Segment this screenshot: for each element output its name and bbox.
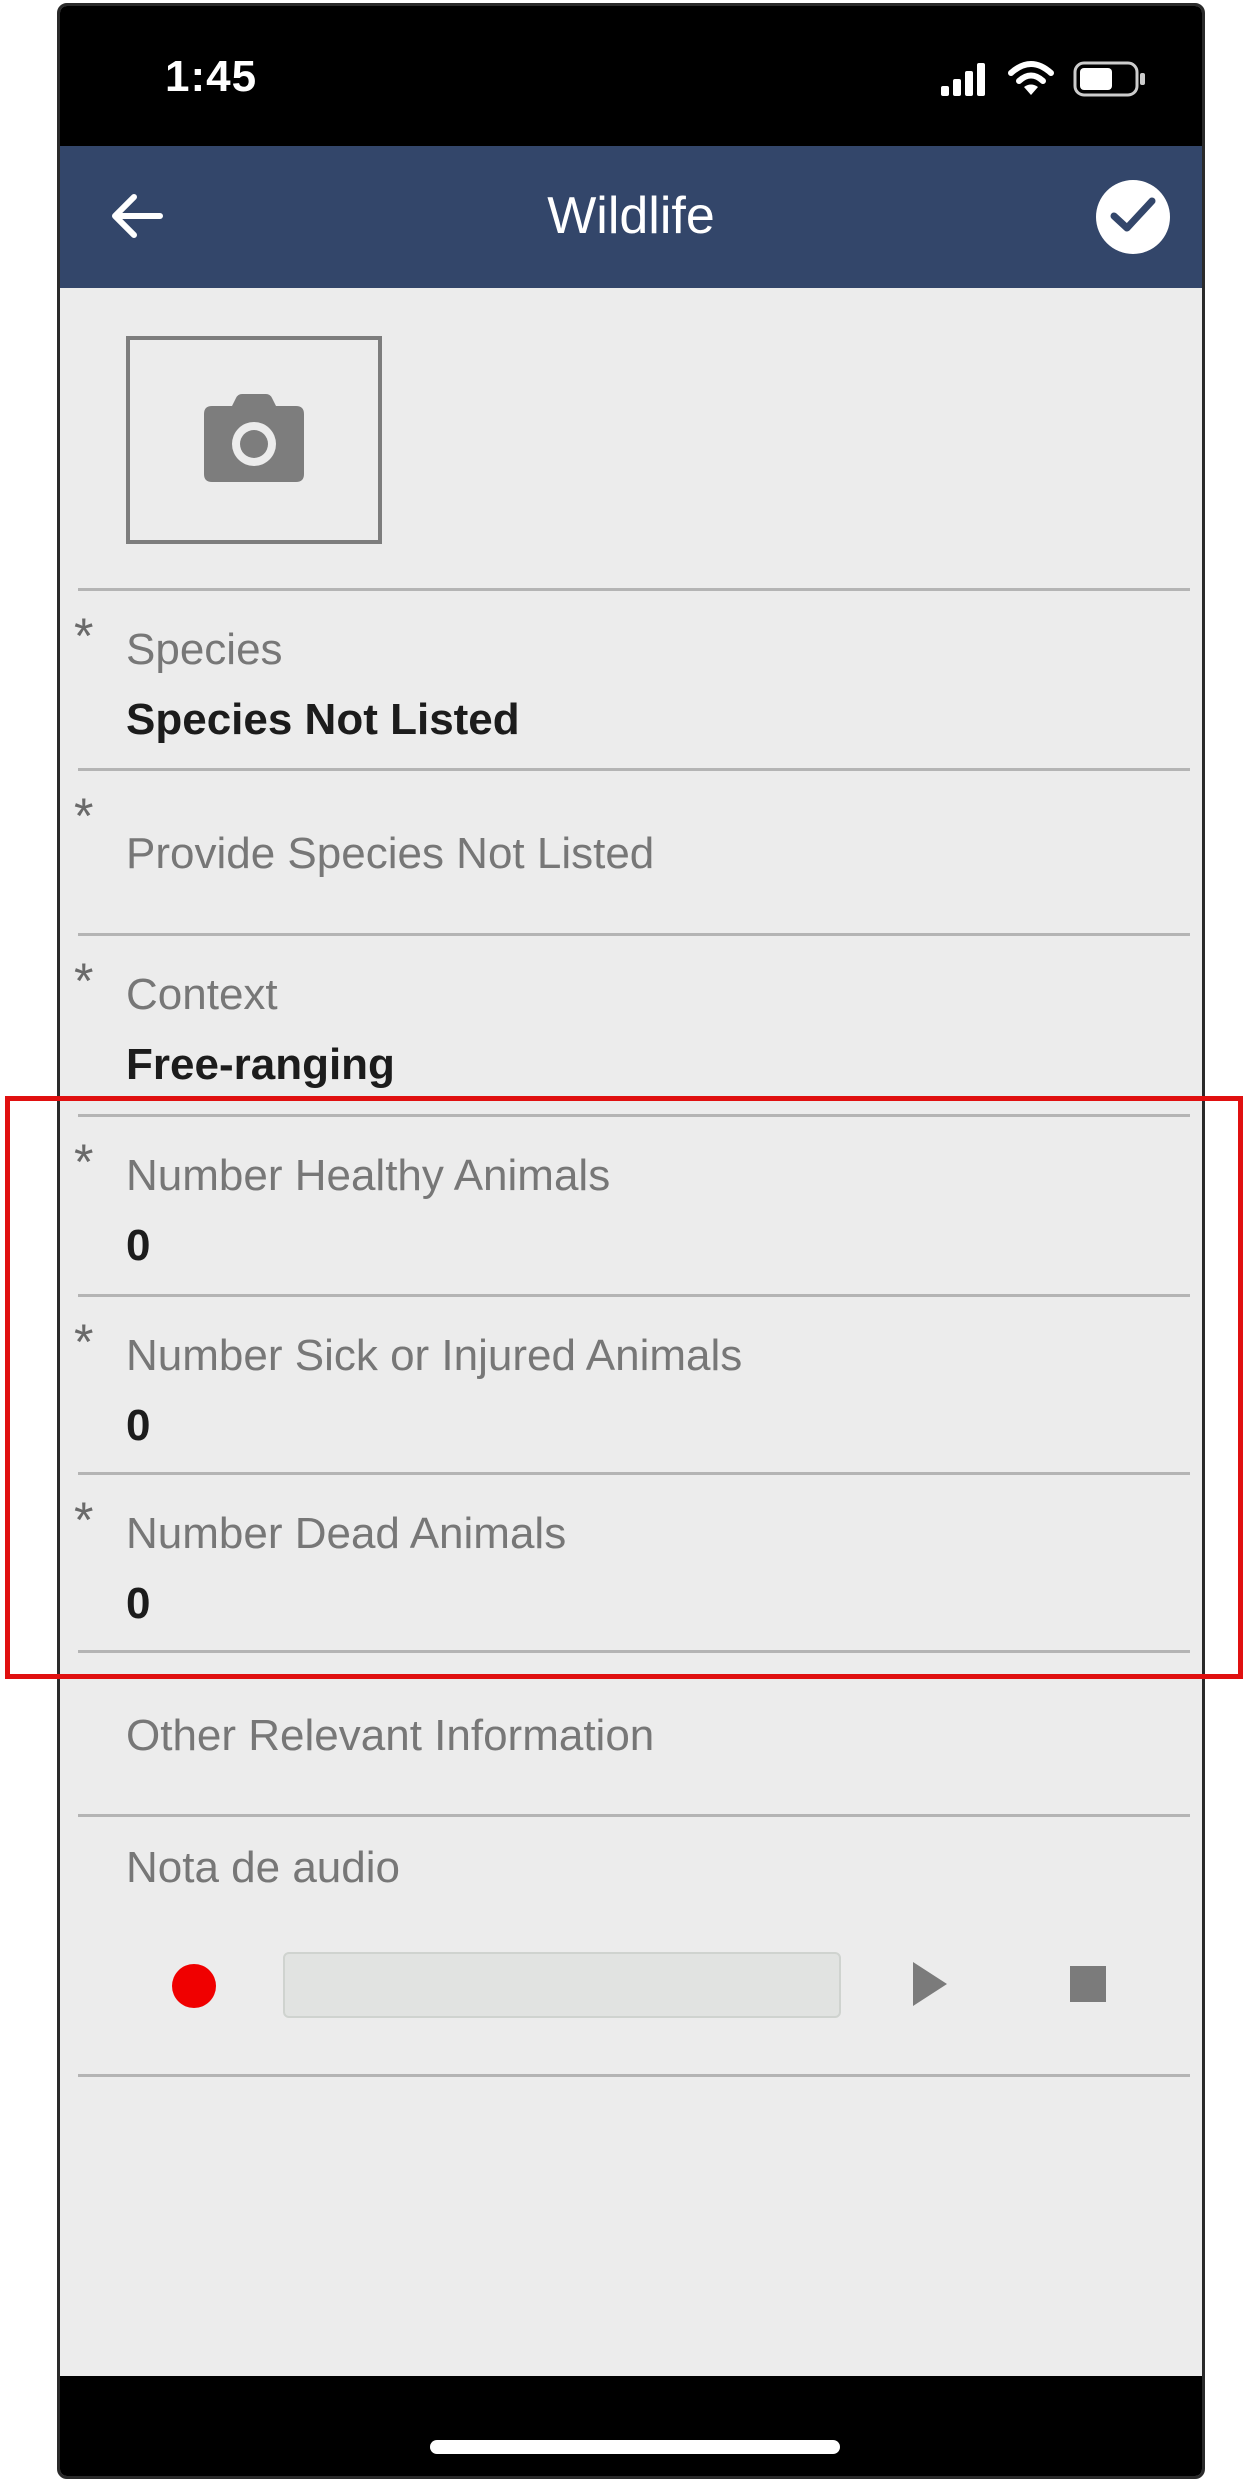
add-photo-button[interactable] [126,336,382,544]
species-field[interactable]: * Species Species Not Listed [60,591,1202,768]
species-value: Species Not Listed [126,695,520,744]
dead-animals-value: 0 [126,1579,151,1628]
check-circle-icon [1108,195,1158,240]
dead-animals-field[interactable]: * Number Dead Animals 0 [60,1475,1202,1652]
audio-note-label: Nota de audio [126,1843,400,1892]
healthy-animals-field[interactable]: * Number Healthy Animals 0 [60,1117,1202,1294]
bottom-bar [60,2376,1202,2476]
signal-icon [939,62,989,101]
healthy-animals-label: Number Healthy Animals [126,1151,611,1200]
page-title: Wildlife [547,187,715,245]
battery-icon [1073,61,1147,102]
required-marker: * [74,953,94,1009]
sick-animals-value: 0 [126,1401,151,1450]
species-not-listed-label: Provide Species Not Listed [126,829,655,878]
context-field[interactable]: * Context Free-ranging [60,936,1202,1114]
context-value: Free-ranging [126,1040,395,1089]
required-marker: * [74,1314,94,1370]
sick-animals-label: Number Sick or Injured Animals [126,1331,743,1380]
species-not-listed-field[interactable]: * Provide Species Not Listed [60,771,1202,933]
healthy-animals-value: 0 [126,1221,151,1270]
required-marker: * [74,608,94,664]
save-button[interactable] [1096,180,1170,254]
phone-frame: 1:45 Wildlife * Species Species Not List… [57,3,1205,2479]
wifi-icon [1007,61,1055,102]
status-time: 1:45 [165,52,258,101]
divider [78,2074,1190,2077]
app-bar: Wildlife [60,146,1202,288]
home-indicator[interactable] [430,2440,840,2454]
context-label: Context [126,970,278,1019]
audio-recorder [60,1946,1202,2026]
species-label: Species [126,625,283,674]
status-icons [939,61,1147,102]
play-icon[interactable] [913,1962,947,2006]
required-marker: * [74,1134,94,1190]
audio-progress-bar[interactable] [283,1952,841,2018]
status-bar: 1:45 [60,6,1202,146]
required-marker: * [74,1492,94,1548]
record-icon[interactable] [172,1964,216,2008]
audio-note-header: Nota de audio [60,1817,1202,1892]
camera-icon [202,392,306,489]
required-marker: * [74,788,94,844]
other-info-field[interactable]: Other Relevant Information [60,1653,1202,1815]
dead-animals-label: Number Dead Animals [126,1509,567,1558]
other-info-label: Other Relevant Information [126,1711,655,1760]
sick-animals-field[interactable]: * Number Sick or Injured Animals 0 [60,1297,1202,1474]
stop-icon[interactable] [1070,1966,1106,2002]
